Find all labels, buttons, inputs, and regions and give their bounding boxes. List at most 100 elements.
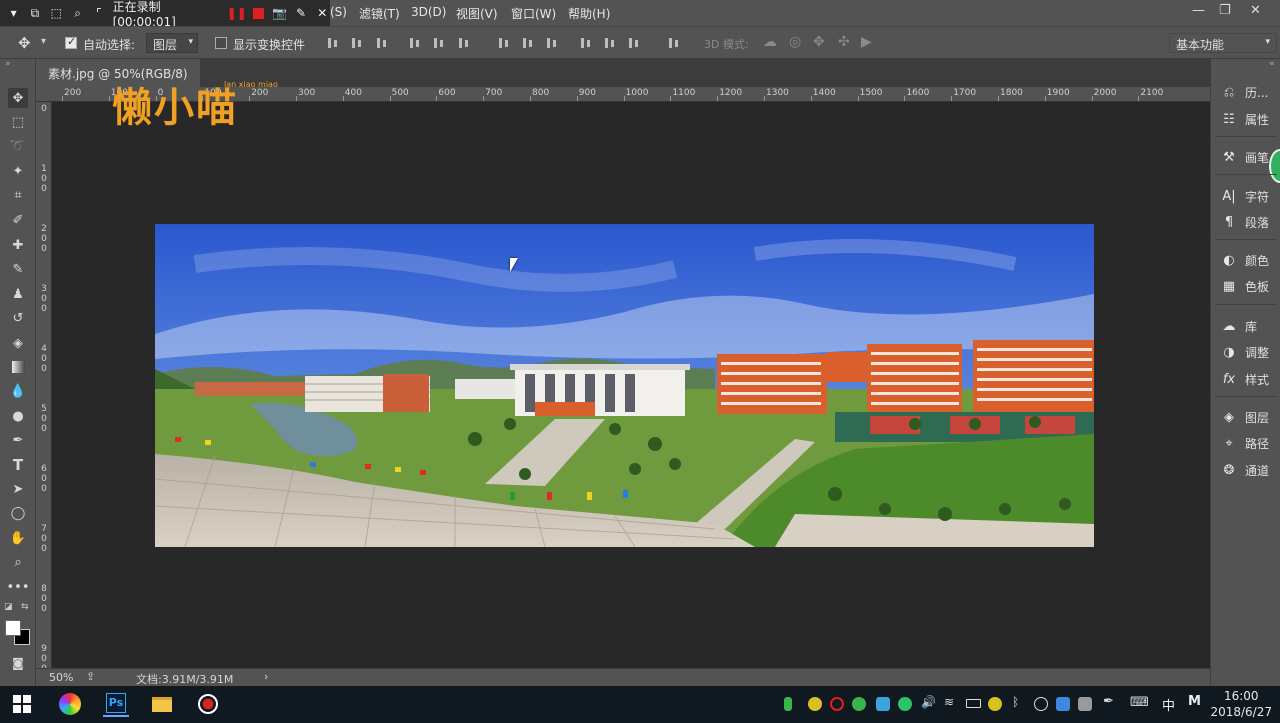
3d-camera-icon[interactable]: ▶ — [861, 34, 872, 50]
distribute-bottom-icon[interactable] — [546, 37, 559, 49]
vertical-ruler[interactable]: 0 100 200 300 400 500 600 700 800 900 — [36, 102, 52, 668]
distribute-top-icon[interactable] — [498, 37, 511, 49]
hand-tool[interactable]: ✋ — [8, 528, 28, 548]
tray-battery-app-icon[interactable] — [784, 697, 792, 711]
menu-filter[interactable]: 滤镜(T) — [359, 5, 400, 22]
window-icon[interactable]: ⧉ — [27, 5, 42, 21]
history-brush-tool[interactable]: ↺ — [8, 308, 28, 328]
eraser-tool[interactable]: ◈ — [8, 333, 28, 353]
distribute-left-icon[interactable] — [580, 37, 593, 49]
panel-adjustments[interactable]: ◑ 调整 — [1221, 342, 1269, 362]
pen-tool[interactable]: ✒ — [8, 430, 28, 450]
tray-blue-app-icon[interactable] — [1056, 697, 1070, 711]
tray-record-icon[interactable] — [830, 697, 844, 711]
marquee-tool[interactable]: ⬚ — [8, 112, 28, 132]
stop-icon[interactable] — [251, 5, 266, 21]
ime-mode[interactable]: M — [1188, 694, 1201, 709]
eyedropper-tool[interactable]: ✐ — [8, 210, 28, 230]
minimize-button[interactable]: — — [1192, 3, 1205, 18]
align-left-icon[interactable] — [409, 37, 422, 49]
taskbar-app-colorful[interactable] — [57, 691, 83, 717]
align-hcenter-icon[interactable] — [433, 37, 446, 49]
crop-region-icon[interactable]: ⌜ — [91, 5, 106, 21]
start-button[interactable] — [9, 691, 35, 717]
search-icon[interactable]: ⌕ — [70, 5, 85, 21]
tray-bluetooth-icon[interactable]: ᛒ — [1012, 695, 1019, 709]
collapse-icon[interactable]: » — [5, 59, 11, 69]
tray-color-app-icon[interactable] — [808, 697, 822, 711]
healing-tool[interactable]: ✚ — [8, 235, 28, 255]
auto-align-icon[interactable] — [668, 37, 681, 49]
restore-button[interactable]: ❐ — [1219, 3, 1231, 18]
type-tool[interactable]: T — [8, 455, 28, 475]
magic-wand-tool[interactable]: ✦ — [8, 161, 28, 181]
menu-help[interactable]: 帮助(H) — [568, 5, 610, 22]
show-transform-checkbox[interactable] — [215, 37, 227, 49]
export-icon[interactable]: ⇪ — [86, 670, 95, 683]
auto-select-checkbox[interactable] — [65, 35, 77, 49]
path-select-tool[interactable]: ➤ — [8, 479, 28, 499]
crop-tool[interactable]: ⌗ — [8, 185, 28, 205]
swap-colors-icon[interactable]: ⇆ — [21, 602, 29, 612]
align-vcenter-icon[interactable] — [351, 37, 364, 49]
tray-folder-icon[interactable] — [1078, 697, 1092, 711]
move-tool[interactable]: ✥ — [8, 88, 28, 108]
menu-view[interactable]: 视图(V) — [456, 5, 498, 22]
menu-select[interactable]: (S) — [330, 5, 347, 19]
pen-icon[interactable]: ✎ — [293, 5, 308, 21]
horizontal-ruler[interactable]: 200 100 0 100 200 300 400 500 600 700 800 900 1000 11… — [36, 87, 1210, 102]
align-bottom-icon[interactable] — [376, 37, 389, 49]
region-select-icon[interactable]: ⬚ — [49, 5, 64, 21]
3d-roll-icon[interactable]: ◎ — [789, 34, 801, 50]
brush-tool[interactable]: ✎ — [8, 259, 28, 279]
taskbar-app-explorer[interactable] — [149, 691, 175, 717]
document-tab[interactable]: 素材.jpg @ 50%(RGB/8) — [36, 59, 200, 87]
panel-character[interactable]: A| 字符 — [1221, 186, 1269, 206]
menu-3d[interactable]: 3D(D) — [411, 5, 446, 19]
tray-green-app-icon[interactable] — [852, 697, 866, 711]
panel-paths[interactable]: ⌖ 路径 — [1221, 433, 1269, 453]
tray-pen-icon[interactable]: ✒ — [1103, 694, 1114, 709]
distribute-vcenter-icon[interactable] — [522, 37, 535, 49]
taskbar-app-recorder[interactable] — [195, 691, 221, 717]
tray-keyboard-icon[interactable]: ⌨ — [1130, 695, 1149, 710]
panel-properties[interactable]: ☷ 属性 — [1221, 109, 1269, 129]
tray-wechat-icon[interactable] — [898, 697, 912, 711]
dodge-tool[interactable]: ● — [8, 406, 28, 426]
chevron-right-icon[interactable]: › — [264, 670, 268, 683]
tray-plus-icon[interactable] — [988, 697, 1002, 711]
taskbar-app-photoshop[interactable]: Ps — [103, 691, 129, 717]
3d-orbit-icon[interactable]: ☁ — [763, 34, 777, 50]
tray-tool-icon[interactable] — [876, 697, 890, 711]
ellipse-tool[interactable]: ◯ — [8, 503, 28, 523]
more-tools-icon[interactable]: ••• — [7, 577, 30, 597]
tray-volume-icon[interactable]: 🔊 — [921, 695, 936, 709]
foreground-color-swatch[interactable] — [5, 620, 21, 636]
distribute-right-icon[interactable] — [628, 37, 641, 49]
floating-badge[interactable] — [1269, 149, 1280, 183]
panel-libraries[interactable]: ☁ 库 — [1221, 316, 1258, 336]
zoom-tool[interactable]: ⌕ — [8, 552, 28, 572]
gradient-tool[interactable] — [8, 357, 28, 377]
workspace-dropdown[interactable]: 基本功能 ▾ — [1169, 33, 1277, 53]
close-recorder-icon[interactable]: ✕ — [315, 5, 330, 21]
panel-paragraph[interactable]: ¶ 段落 — [1221, 212, 1269, 232]
chevron-down-icon[interactable]: ▾ — [6, 5, 21, 21]
panel-history[interactable]: ⎌ 历... — [1221, 82, 1269, 102]
panel-swatches[interactable]: ▦ 色板 — [1221, 276, 1269, 296]
quick-mask-icon[interactable]: ◙ — [8, 653, 28, 673]
close-button[interactable]: ✕ — [1250, 3, 1261, 18]
taskbar-clock[interactable]: 16:00 2018/6/27 — [1210, 688, 1272, 720]
menu-window[interactable]: 窗口(W) — [511, 5, 556, 22]
move-tool-icon[interactable]: ✥ — [18, 34, 31, 52]
align-top-icon[interactable] — [327, 37, 340, 49]
zoom-level[interactable]: 50% — [49, 671, 73, 684]
auto-select-dropdown[interactable]: 图层 ▾ — [146, 33, 198, 53]
panel-color[interactable]: ◐ 颜色 — [1221, 250, 1269, 270]
3d-slide-icon[interactable]: ✣ — [838, 34, 850, 50]
3d-pan-icon[interactable]: ✥ — [813, 34, 825, 50]
distribute-hcenter-icon[interactable] — [604, 37, 617, 49]
tray-network-icon[interactable] — [1034, 697, 1048, 711]
lasso-tool[interactable]: ➰ — [8, 136, 28, 156]
blur-tool[interactable]: 💧 — [8, 381, 28, 401]
